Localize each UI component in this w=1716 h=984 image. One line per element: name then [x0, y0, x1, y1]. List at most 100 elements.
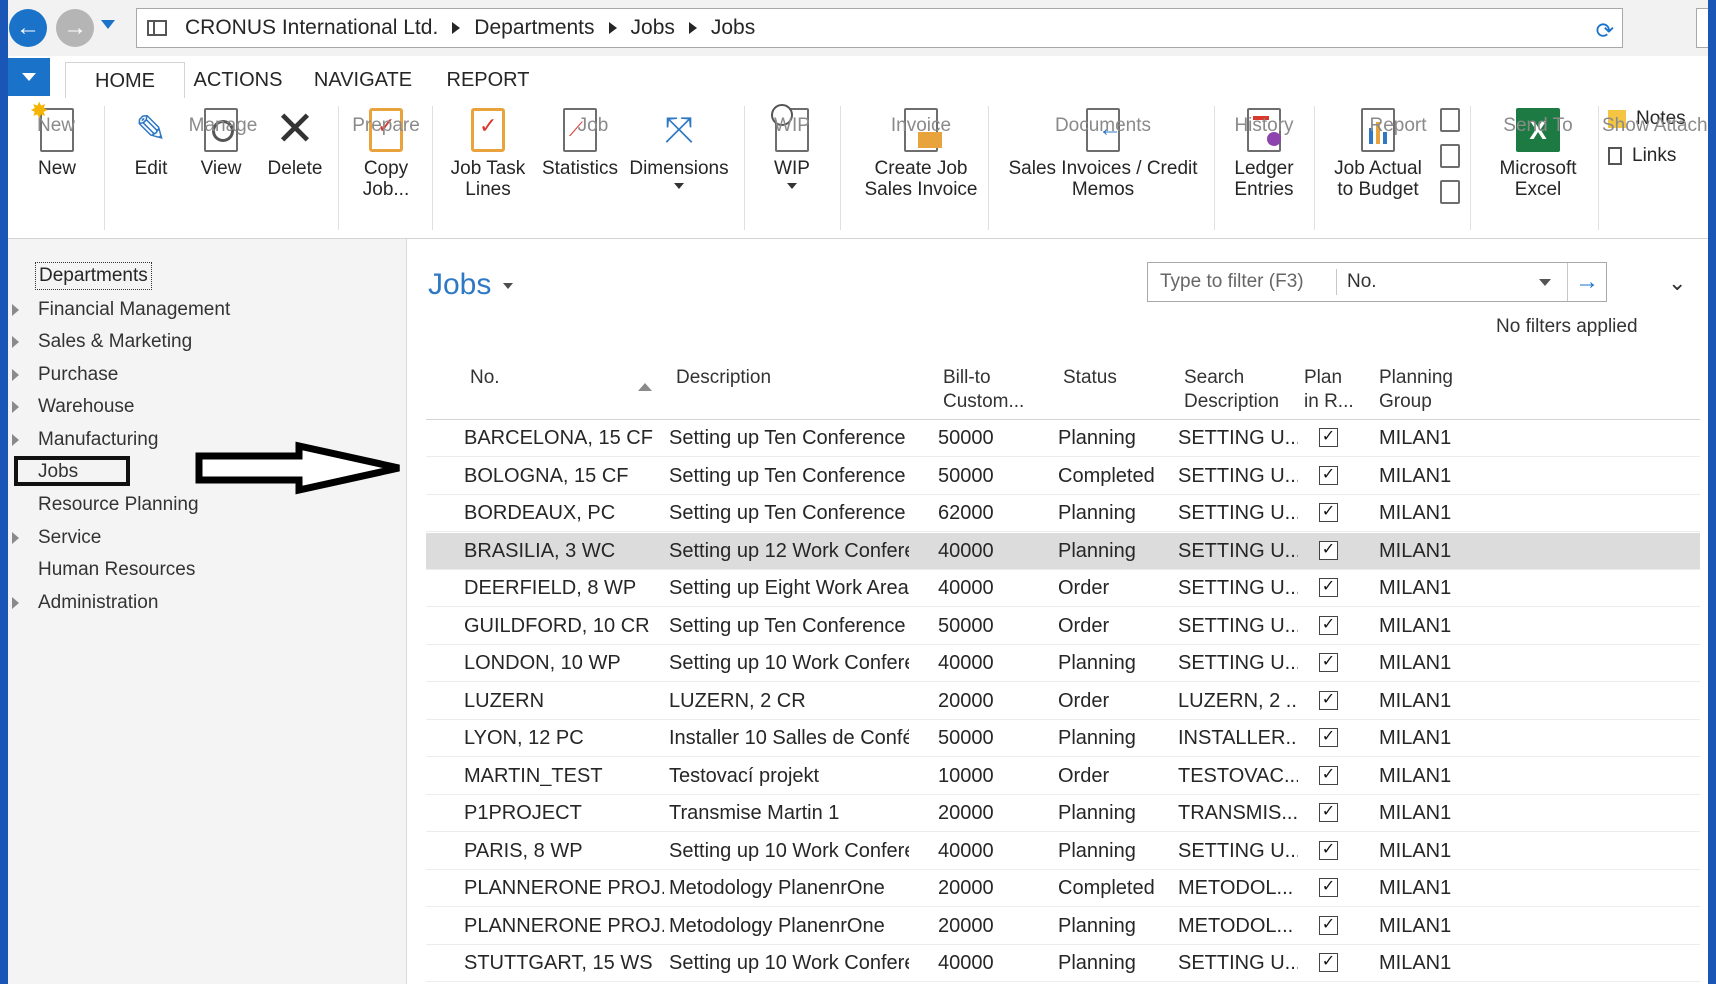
nav-item-service[interactable]: Service: [38, 523, 101, 553]
cell-status: Planning: [1058, 427, 1136, 449]
table-row[interactable]: DEERFIELD, 8 WP Setting up Eight Work Are…: [426, 570, 1700, 607]
column-header-planning-group[interactable]: Planning Group: [1379, 366, 1453, 414]
expand-triangle-icon[interactable]: [12, 434, 19, 446]
tab-report[interactable]: REPORT: [433, 62, 543, 98]
expand-triangle-icon[interactable]: [12, 532, 19, 544]
table-row[interactable]: PARIS, 8 WP Setting up 10 Work Confere...…: [426, 833, 1700, 870]
table-row[interactable]: BOLOGNA, 15 CF Setting up Ten Conference …: [426, 458, 1700, 495]
column-header-bill-to[interactable]: Bill-to Custom...: [943, 366, 1024, 414]
cell-bill-to: 40000: [938, 952, 994, 974]
breadcrumb-jobs-dept[interactable]: Jobs: [631, 16, 675, 40]
plan-checkbox[interactable]: ✓: [1319, 765, 1338, 785]
table-row[interactable]: PLANNERONE PROJ... Metodology PlanenrOne 2…: [426, 908, 1700, 945]
nav-item-warehouse[interactable]: Warehouse: [38, 392, 134, 422]
breadcrumb-separator-icon[interactable]: [452, 22, 461, 34]
create-invoice-label-1: Create Job: [874, 158, 968, 179]
plan-checkbox[interactable]: ✓: [1319, 878, 1338, 897]
plan-checkbox[interactable]: ✓: [1319, 840, 1338, 860]
expand-triangle-icon[interactable]: [12, 401, 19, 413]
filter-field-select[interactable]: No.: [1337, 271, 1539, 293]
chevron-down-icon[interactable]: [503, 283, 513, 289]
nav-item-human-resources[interactable]: Human Resources: [38, 555, 195, 585]
nav-item-jobs[interactable]: Jobs: [38, 457, 78, 487]
nav-item-sales-marketing[interactable]: Sales & Marketing: [38, 327, 192, 357]
table-row[interactable]: LONDON, 10 WP Setting up 10 Work Confere.…: [426, 645, 1700, 682]
breadcrumb-departments[interactable]: Departments: [474, 16, 594, 40]
expand-triangle-icon[interactable]: [12, 597, 19, 609]
tab-actions[interactable]: ACTIONS: [183, 62, 293, 98]
group-label-prepare: Prepare: [352, 115, 420, 136]
plan-checkbox[interactable]: ✓: [1319, 653, 1338, 672]
table-row[interactable]: LUZERN LUZERN, 2 CR 20000 Order LUZERN, 2 ..…: [426, 683, 1700, 720]
column-header-status[interactable]: Status: [1063, 366, 1117, 390]
table-row[interactable]: PLANNERONE PROJ... Metodology PlanenrOne 2…: [426, 870, 1700, 907]
table-row[interactable]: STUTTGART, 15 WS Setting up 10 Work Confe…: [426, 945, 1700, 982]
departments-root[interactable]: Departments: [35, 262, 152, 290]
plan-checkbox[interactable]: ✓: [1319, 578, 1338, 597]
plan-checkbox[interactable]: ✓: [1319, 503, 1338, 522]
table-row[interactable]: GUILDFORD, 10 CR Setting up Ten Conferenc…: [426, 608, 1700, 645]
delete-button-label: Delete: [267, 158, 323, 179]
table-row[interactable]: P1PROJECT Transmise Martin 1 20000 Planning…: [426, 795, 1700, 832]
column-header-description[interactable]: Description: [676, 366, 771, 390]
chevron-down-icon[interactable]: [1539, 278, 1551, 286]
breadcrumb-separator-icon[interactable]: [608, 22, 617, 34]
history-dropdown-icon[interactable]: [101, 20, 115, 29]
expand-triangle-icon[interactable]: [12, 304, 19, 316]
job-task-lines-button[interactable]: Job Task Lines: [440, 108, 536, 200]
application-menu-button[interactable]: [8, 58, 50, 96]
nav-item-purchase[interactable]: Purchase: [38, 360, 118, 390]
expand-triangle-icon[interactable]: [12, 336, 19, 348]
expand-filter-chevron-icon[interactable]: ⌄: [1668, 270, 1686, 296]
table-row[interactable]: BARCELONA, 15 CF Setting up Ten Conferenc…: [426, 420, 1700, 457]
table-row[interactable]: BRASILIA, 3 WC Setting up 12 Work Confere…: [426, 532, 1700, 570]
plan-checkbox[interactable]: ✓: [1319, 803, 1338, 822]
table-row[interactable]: LYON, 12 PC Installer 10 Salles de Confér…: [426, 720, 1700, 757]
breadcrumb-separator-icon[interactable]: [688, 22, 697, 34]
tab-navigate[interactable]: NAVIGATE: [298, 62, 428, 98]
sort-ascending-icon[interactable]: [638, 383, 652, 391]
links-button[interactable]: Links: [1608, 145, 1676, 167]
expand-triangle-icon[interactable]: [12, 369, 19, 381]
plan-checkbox[interactable]: ✓: [1319, 428, 1338, 447]
cell-no: MARTIN_TEST: [464, 764, 603, 787]
breadcrumb[interactable]: CRONUS International Ltd. Departments Jo…: [136, 8, 1623, 48]
plan-checkbox[interactable]: ✓: [1319, 915, 1338, 935]
group-label-documents: Documents: [1054, 115, 1152, 136]
nav-item-resource-planning[interactable]: Resource Planning: [38, 490, 199, 520]
copy-job-label-2: Job...: [362, 179, 410, 200]
nav-item-administration[interactable]: Administration: [38, 588, 158, 618]
column-header-no[interactable]: No.: [470, 366, 500, 390]
plan-checkbox[interactable]: ✓: [1319, 953, 1338, 972]
table-row[interactable]: BORDEAUX, PC Setting up Ten Conference ..…: [426, 495, 1700, 532]
report-small-icon[interactable]: [1440, 180, 1460, 204]
breadcrumb-company[interactable]: CRONUS International Ltd.: [185, 16, 438, 40]
plan-checkbox[interactable]: ✓: [1319, 615, 1338, 635]
page-title[interactable]: Jobs: [428, 268, 491, 302]
cell-status: Planning: [1058, 839, 1136, 862]
search-box-edge[interactable]: [1696, 8, 1708, 48]
cell-no: LYON, 12 PC: [464, 727, 584, 749]
plan-checkbox[interactable]: ✓: [1319, 540, 1338, 560]
forward-arrow-icon[interactable]: →: [56, 9, 94, 47]
nav-item-manufacturing[interactable]: Manufacturing: [38, 425, 158, 455]
filter-box[interactable]: Type to filter (F3) No. →: [1147, 262, 1607, 302]
plan-checkbox[interactable]: ✓: [1319, 728, 1338, 747]
tab-home[interactable]: HOME: [65, 62, 185, 100]
breadcrumb-jobs-page[interactable]: Jobs: [711, 16, 755, 40]
report-small-icon[interactable]: [1440, 144, 1460, 168]
back-arrow-icon[interactable]: ←: [9, 9, 47, 47]
plan-checkbox[interactable]: ✓: [1319, 690, 1338, 710]
apply-filter-arrow-icon[interactable]: →: [1567, 263, 1606, 301]
column-header-plan[interactable]: Plan in R...: [1304, 366, 1354, 414]
nav-item-financial-management[interactable]: Financial Management: [38, 295, 230, 325]
cell-no: STUTTGART, 15 WS: [464, 952, 653, 974]
column-header-search-description[interactable]: Search Description: [1184, 366, 1279, 414]
refresh-icon[interactable]: ⟳: [1596, 18, 1614, 44]
filter-input[interactable]: Type to filter (F3): [1148, 269, 1337, 295]
plan-checkbox[interactable]: ✓: [1319, 465, 1338, 485]
header-label: Group: [1379, 391, 1432, 412]
table-row[interactable]: MARTIN_TEST Testovací projekt 10000 Order TE…: [426, 758, 1700, 795]
nav-client-window: ← → CRONUS International Ltd. Department…: [8, 0, 1708, 984]
cell-bill-to: 40000: [938, 539, 994, 562]
